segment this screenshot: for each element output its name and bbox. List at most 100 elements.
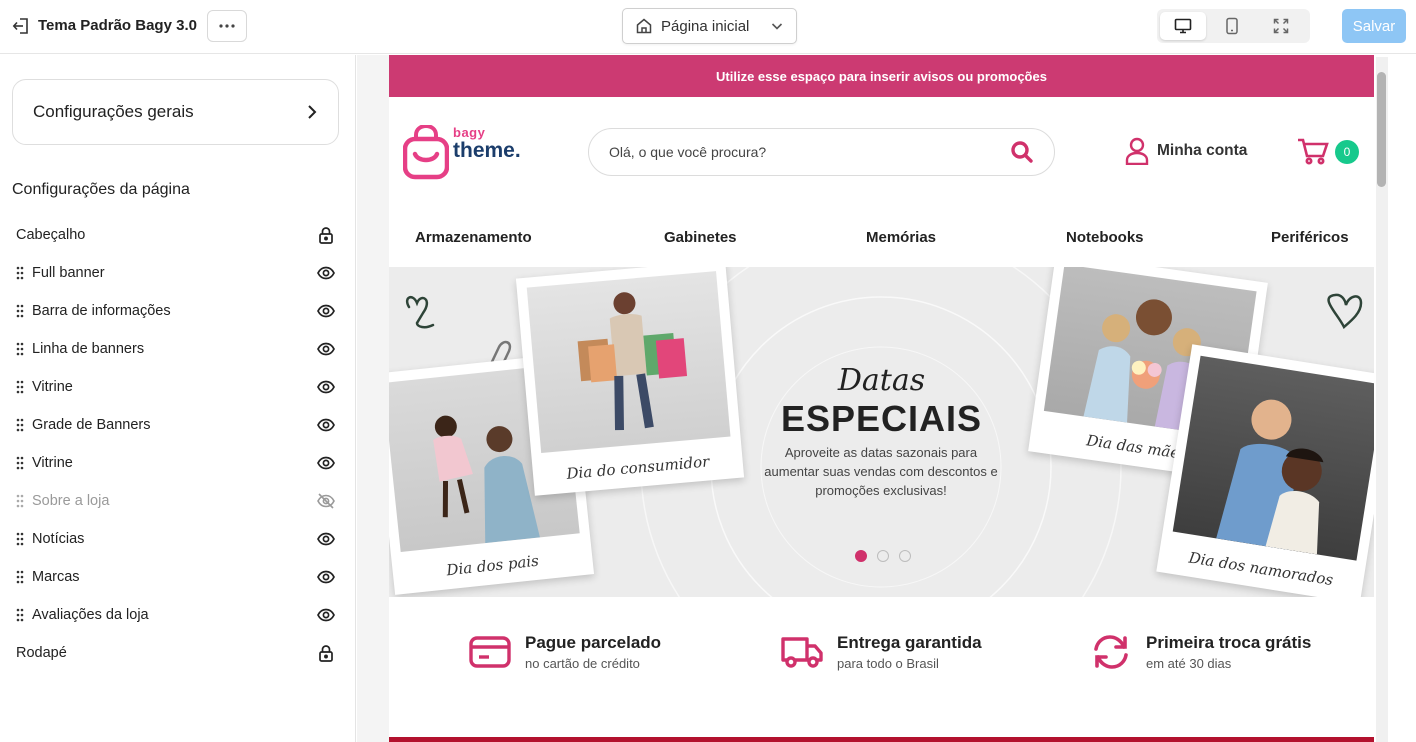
benefit-exchange: Primeira troca grátis em até 30 dias bbox=[1090, 631, 1311, 673]
general-settings-label: Configurações gerais bbox=[33, 102, 194, 121]
page-selector[interactable]: Página inicial bbox=[622, 8, 797, 44]
chevron-down-icon bbox=[771, 23, 783, 30]
account-link[interactable]: Minha conta bbox=[1125, 137, 1247, 165]
save-button[interactable]: Salvar bbox=[1342, 9, 1406, 43]
nav-item-gabinetes[interactable]: Gabinetes bbox=[664, 229, 737, 246]
benefit-exchange-subtitle: em até 30 dias bbox=[1146, 656, 1232, 671]
truck-icon bbox=[781, 631, 823, 673]
eye-off-icon[interactable] bbox=[316, 491, 336, 511]
nav-item-notebooks[interactable]: Notebooks bbox=[1066, 229, 1144, 246]
drag-handle-icon[interactable] bbox=[16, 266, 24, 280]
mobile-icon bbox=[1226, 17, 1238, 35]
section-item-label: Barra de informações bbox=[32, 303, 171, 319]
nav-item-perifericos[interactable]: Periféricos bbox=[1271, 229, 1349, 246]
settings-sidebar: Configurações gerais Configurações da pá… bbox=[0, 55, 356, 742]
benefit-installments: Pague parcelado no cartão de crédito bbox=[469, 631, 661, 673]
eye-icon[interactable] bbox=[316, 339, 336, 359]
banner-pagination bbox=[855, 550, 921, 562]
desktop-icon bbox=[1174, 18, 1192, 34]
section-item-vitrine[interactable]: Vitrine bbox=[0, 444, 356, 482]
shopping-bag-logo-icon bbox=[402, 123, 450, 180]
drag-handle-icon[interactable] bbox=[16, 380, 24, 394]
more-options-button[interactable] bbox=[207, 10, 247, 42]
section-item-linha-de-banners[interactable]: Linha de banners bbox=[0, 330, 356, 368]
lock-icon bbox=[316, 225, 336, 245]
eye-icon[interactable] bbox=[316, 415, 336, 435]
eye-icon[interactable] bbox=[316, 301, 336, 321]
banner-description: Aproveite as datas sazonais para aumenta… bbox=[764, 445, 998, 498]
section-item-barra-de-informacoes[interactable]: Barra de informações bbox=[0, 292, 356, 330]
drag-handle-icon[interactable] bbox=[16, 304, 24, 318]
nav-item-armazenamento[interactable]: Armazenamento bbox=[415, 229, 532, 246]
store-logo[interactable]: bagy theme. bbox=[402, 123, 528, 181]
page-selector-label: Página inicial bbox=[661, 17, 750, 35]
section-item-vitrine[interactable]: Vitrine bbox=[0, 368, 356, 406]
section-item-label: Vitrine bbox=[32, 455, 73, 471]
cart-icon bbox=[1298, 138, 1329, 165]
benefit-delivery-subtitle: para todo o Brasil bbox=[837, 656, 939, 671]
desktop-view-button[interactable] bbox=[1160, 12, 1206, 40]
banner-dot-3[interactable] bbox=[899, 550, 911, 562]
drag-handle-icon[interactable] bbox=[16, 532, 24, 546]
drag-handle-icon[interactable] bbox=[16, 570, 24, 584]
page-settings-title: Configurações da página bbox=[12, 181, 190, 198]
benefit-exchange-title: Primeira troca grátis bbox=[1146, 633, 1312, 652]
logo-text-bagy: bagy bbox=[453, 125, 486, 140]
benefit-installments-subtitle: no cartão de crédito bbox=[525, 656, 640, 671]
eye-icon[interactable] bbox=[316, 529, 336, 549]
theme-name: Tema Padrão Bagy 3.0 bbox=[38, 17, 197, 34]
section-item-full-banner[interactable]: Full banner bbox=[0, 254, 356, 292]
section-item-marcas[interactable]: Marcas bbox=[0, 558, 356, 596]
eye-icon[interactable] bbox=[316, 567, 336, 587]
store-search-input[interactable]: Olá, o que você procura? bbox=[588, 128, 1055, 176]
section-item-label: Full banner bbox=[32, 265, 105, 281]
logo-text-theme: theme. bbox=[453, 139, 521, 162]
cart-count-badge: 0 bbox=[1335, 140, 1359, 164]
drag-handle-icon[interactable] bbox=[16, 342, 24, 356]
section-item-label: Marcas bbox=[32, 569, 80, 585]
drag-handle-icon[interactable] bbox=[16, 608, 24, 622]
drag-handle-icon[interactable] bbox=[16, 494, 24, 508]
drag-handle-icon[interactable] bbox=[16, 418, 24, 432]
home-icon bbox=[636, 18, 652, 34]
section-item-label: Vitrine bbox=[32, 379, 73, 395]
banner-dot-1[interactable] bbox=[855, 550, 867, 562]
section-item-label: Notícias bbox=[32, 531, 85, 547]
next-section-strip bbox=[389, 737, 1374, 742]
section-item-noticias[interactable]: Notícias bbox=[0, 520, 356, 558]
eye-icon[interactable] bbox=[316, 453, 336, 473]
section-item-grade-de-banners[interactable]: Grade de Banners bbox=[0, 406, 356, 444]
cart-button[interactable]: 0 bbox=[1297, 137, 1359, 167]
section-item-label: Grade de Banners bbox=[32, 417, 151, 433]
nav-item-memorias[interactable]: Memórias bbox=[866, 229, 936, 246]
fullscreen-button[interactable] bbox=[1258, 12, 1304, 40]
fullscreen-icon bbox=[1273, 18, 1289, 34]
banner-dot-2[interactable] bbox=[877, 550, 889, 562]
section-item-cabecalho[interactable]: Cabeçalho bbox=[0, 216, 356, 254]
refresh-icon bbox=[1090, 631, 1132, 673]
promo-bar[interactable]: Utilize esse espaço para inserir avisos … bbox=[389, 55, 1374, 97]
credit-card-icon bbox=[469, 631, 511, 673]
mobile-view-button[interactable] bbox=[1209, 12, 1255, 40]
benefit-installments-title: Pague parcelado bbox=[525, 633, 662, 652]
eye-icon[interactable] bbox=[316, 263, 336, 283]
section-item-avaliacoes-da-loja[interactable]: Avaliações da loja bbox=[0, 596, 356, 634]
exit-icon[interactable] bbox=[12, 17, 30, 35]
lock-icon bbox=[316, 643, 336, 663]
general-settings-button[interactable]: Configurações gerais bbox=[12, 79, 339, 145]
benefit-delivery-title: Entrega garantida bbox=[837, 633, 982, 652]
section-item-rodape[interactable]: Rodapé bbox=[0, 634, 356, 672]
eye-icon[interactable] bbox=[316, 377, 336, 397]
section-item-label: Avaliações da loja bbox=[32, 607, 149, 623]
preview-scrollbar-thumb[interactable] bbox=[1377, 72, 1386, 187]
category-nav: Armazenamento Gabinetes Memórias Noteboo… bbox=[389, 221, 1374, 255]
ellipsis-icon bbox=[219, 24, 235, 28]
section-item-sobre-a-loja[interactable]: Sobre a loja bbox=[0, 482, 356, 520]
search-placeholder: Olá, o que você procura? bbox=[609, 144, 767, 160]
banner-title-script: Datas bbox=[837, 363, 926, 398]
user-icon bbox=[1125, 137, 1149, 165]
full-banner[interactable]: Dia dos pais Dia do consumidor Dia das m… bbox=[389, 267, 1374, 597]
drag-handle-icon[interactable] bbox=[16, 456, 24, 470]
device-toggle-group bbox=[1157, 9, 1310, 43]
eye-icon[interactable] bbox=[316, 605, 336, 625]
